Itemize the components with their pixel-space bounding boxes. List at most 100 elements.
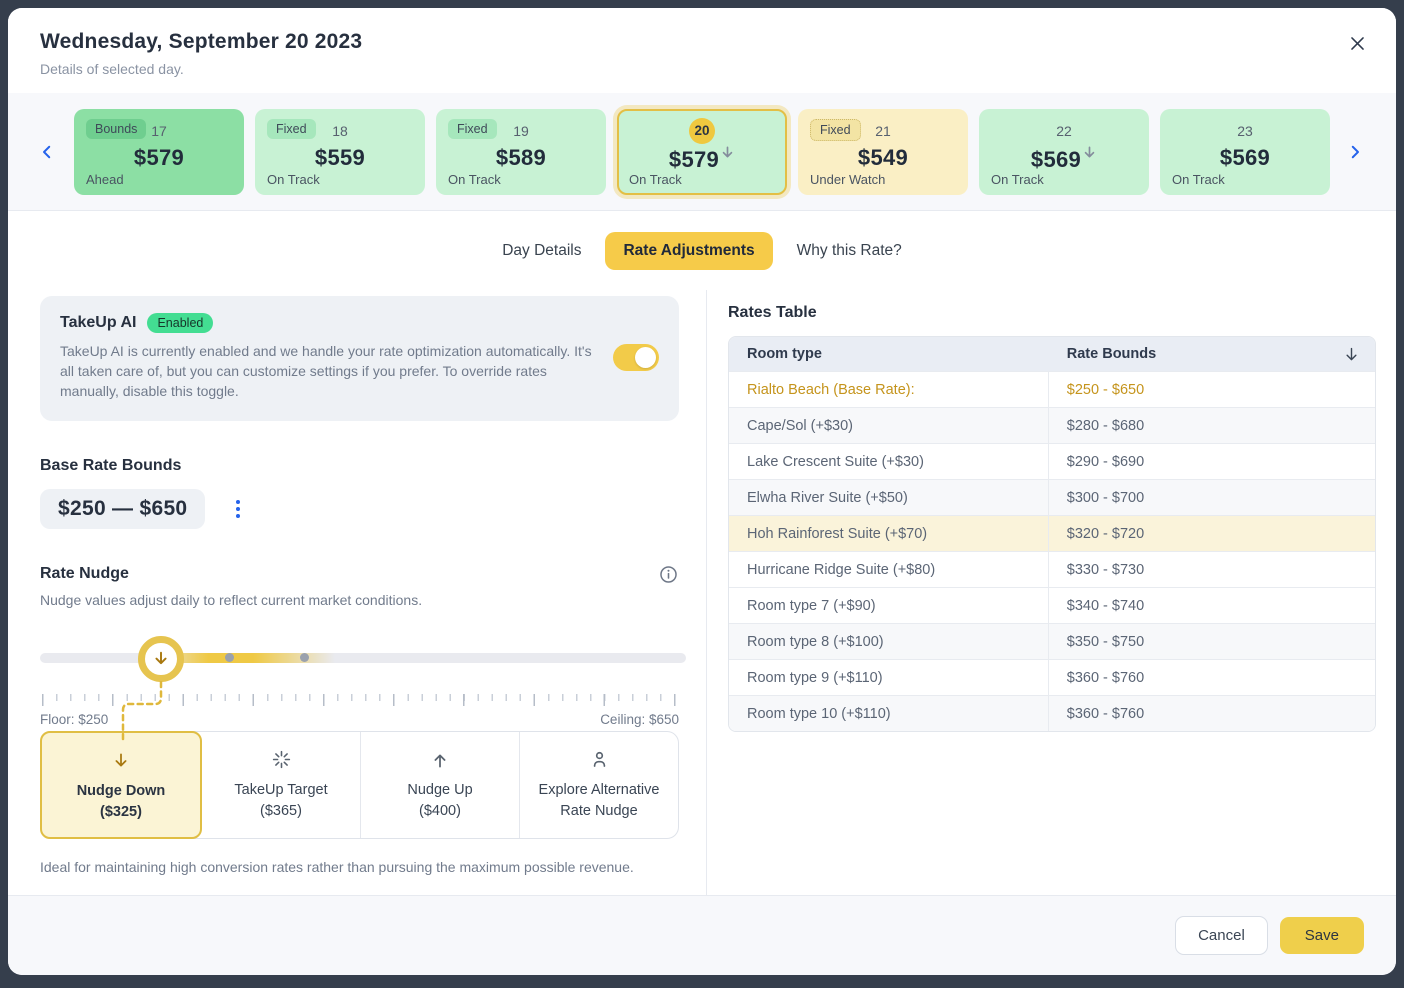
tab-day-details[interactable]: Day Details [484,232,599,270]
carousel-prev-button[interactable] [30,143,64,161]
option-sublabel: ($365) [210,801,352,822]
selected-day-badge: 20 [689,118,715,144]
table-row[interactable]: Hurricane Ridge Suite (+$80) $330 - $730 [729,551,1375,587]
modal-header: Wednesday, September 20 2023 Details of … [8,8,1396,93]
nudge-up-option[interactable]: Nudge Up ($400) [361,732,520,838]
page-subtitle: Details of selected day. [40,61,1364,77]
save-button[interactable]: Save [1280,917,1364,954]
day-number: 17 [151,123,167,139]
day-card-17[interactable]: Bounds 17 $579 Ahead [74,109,244,195]
option-sublabel: Rate Nudge [528,801,670,822]
nudge-down-icon [151,649,171,669]
floor-label: Floor: $250 [40,712,108,727]
sort-down-icon[interactable] [1342,345,1361,364]
slider-tick-ruler [40,694,679,707]
info-icon[interactable] [658,564,679,585]
nudge-caption: Ideal for maintaining high conversion ra… [40,859,679,875]
arrow-down-icon [50,748,192,774]
slider-marker-dot [225,653,234,662]
enabled-badge: Enabled [147,313,213,333]
takeup-ai-description: TakeUp AI is currently enabled and we ha… [60,342,597,402]
kebab-menu-icon[interactable] [232,496,244,522]
rates-table-heading: Rates Table [728,304,1376,322]
fixed-badge: Fixed [810,119,861,141]
takeup-ai-panel: TakeUp AI Enabled TakeUp AI is currently… [40,296,679,421]
table-row[interactable]: Room type 9 (+$110) $360 - $760 [729,659,1375,695]
modal-footer: Cancel Save [8,895,1396,975]
ceiling-label: Ceiling: $650 [600,712,679,727]
day-card-18[interactable]: Fixed 18 $559 On Track [255,109,425,195]
arrow-up-icon [369,747,511,773]
table-row[interactable]: Room type 8 (+$100) $350 - $750 [729,623,1375,659]
modal-content: TakeUp AI Enabled TakeUp AI is currently… [8,290,1396,895]
bounds-badge: Bounds [86,119,146,139]
rate-nudge-heading: Rate Nudge [40,565,129,583]
table-row-highlighted[interactable]: Hoh Rainforest Suite (+$70) $320 - $720 [729,515,1375,551]
day-price: $569 [1031,147,1081,172]
status-label: Ahead [86,172,124,187]
table-row[interactable]: Room type 7 (+$90) $340 - $740 [729,587,1375,623]
takeup-ai-toggle[interactable] [613,344,659,371]
day-number: 18 [332,123,348,139]
day-price: $569 [1220,145,1270,170]
status-label: On Track [629,172,682,187]
day-number: 21 [875,123,891,139]
day-price: $579 [134,145,184,170]
slider-marker-dot [300,653,309,662]
day-carousel: Bounds 17 $579 Ahead Fixed 18 $559 On Tr… [8,93,1396,211]
close-button[interactable] [1342,28,1372,58]
day-price: $549 [858,145,908,170]
option-sublabel: ($400) [369,801,511,822]
day-price: $589 [496,145,546,170]
cancel-button[interactable]: Cancel [1175,916,1268,955]
option-label: Nudge Down [50,781,192,802]
takeup-ai-title: TakeUp AI [60,314,136,332]
day-card-22[interactable]: 22 $569 On Track [979,109,1149,195]
base-rate-bounds-value: $250 — $650 [40,489,205,529]
table-row[interactable]: Room type 10 (+$110) $360 - $760 [729,695,1375,731]
column-header-rate-bounds: Rate Bounds [1067,346,1156,362]
slider-track[interactable] [40,653,686,663]
rates-table: Room type Rate Bounds Rialto Beach (Base… [728,336,1376,732]
column-header-room-type: Room type [729,346,1049,362]
table-header-row: Room type Rate Bounds [729,337,1375,371]
explore-alternative-option[interactable]: Explore Alternative Rate Nudge [520,732,678,838]
toggle-knob [635,347,656,368]
table-row-base-rate[interactable]: Rialto Beach (Base Rate): $250 - $650 [729,371,1375,407]
nudge-down-option[interactable]: Nudge Down ($325) [40,731,202,839]
carousel-next-button[interactable] [1338,143,1372,161]
day-details-modal: Wednesday, September 20 2023 Details of … [8,8,1396,975]
option-label: Explore Alternative [528,780,670,801]
table-row[interactable]: Cape/Sol (+$30) $280 - $680 [729,407,1375,443]
table-row[interactable]: Lake Crescent Suite (+$30) $290 - $690 [729,443,1375,479]
takeup-target-option[interactable]: TakeUp Target ($365) [202,732,361,838]
close-icon [1348,34,1367,53]
tab-bar: Day Details Rate Adjustments Why this Ra… [8,211,1396,290]
fixed-badge: Fixed [267,119,316,139]
page-title: Wednesday, September 20 2023 [40,30,1364,54]
price-trend-down-icon [720,147,735,164]
status-label: On Track [448,172,501,187]
rate-adjustments-panel: TakeUp AI Enabled TakeUp AI is currently… [8,290,707,895]
tab-why-this-rate[interactable]: Why this Rate? [779,232,920,270]
day-card-19[interactable]: Fixed 19 $589 On Track [436,109,606,195]
option-label: TakeUp Target [210,780,352,801]
person-icon [528,747,670,773]
day-card-21[interactable]: Fixed 21 $549 Under Watch [798,109,968,195]
day-card-list: Bounds 17 $579 Ahead Fixed 18 $559 On Tr… [74,109,1330,195]
tab-rate-adjustments[interactable]: Rate Adjustments [605,232,772,270]
day-price: $559 [315,145,365,170]
slider-handle[interactable] [138,636,184,682]
day-number: 22 [1056,123,1072,139]
rate-nudge-slider [40,637,679,683]
fixed-badge: Fixed [448,119,497,139]
rates-table-panel: Rates Table Room type Rate Bounds Rialto… [707,290,1396,895]
option-sublabel: ($325) [50,802,192,823]
status-label: Under Watch [810,172,885,187]
day-card-20-selected[interactable]: 20 $579 On Track [617,109,787,195]
table-row[interactable]: Elwha River Suite (+$50) $300 - $700 [729,479,1375,515]
day-card-23[interactable]: 23 $569 On Track [1160,109,1330,195]
day-price: $579 [669,147,719,172]
rate-nudge-description: Nudge values adjust daily to reflect cur… [40,592,679,608]
nudge-option-group: Nudge Down ($325) TakeUp Target ($365) [40,731,679,839]
